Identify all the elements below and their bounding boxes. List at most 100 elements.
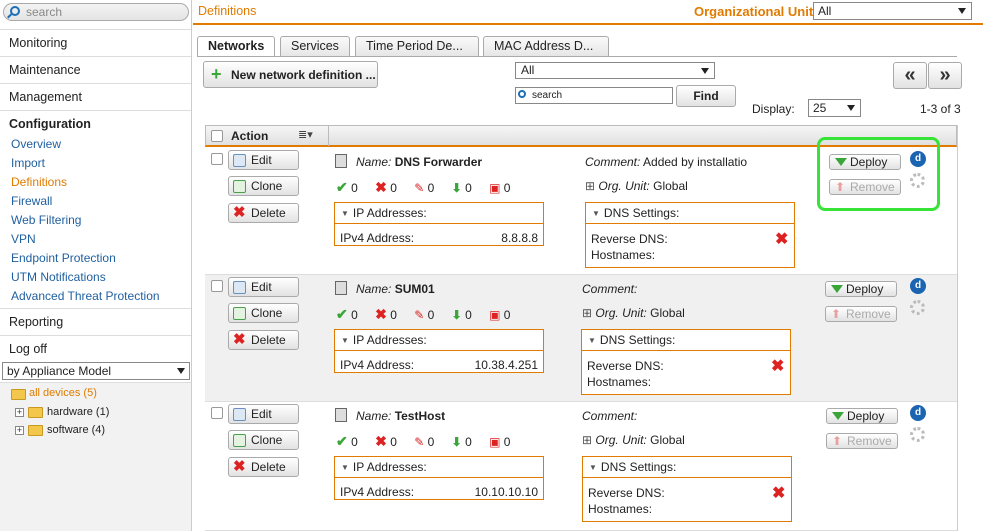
sidebar-item-utm-notifications[interactable]: UTM Notifications — [11, 268, 106, 287]
sidebar-item-overview[interactable]: Overview — [11, 135, 61, 154]
deploy-status-badge[interactable]: d — [910, 278, 926, 294]
delete-button[interactable]: ✖ Delete — [228, 457, 299, 477]
row-stats: ✔ 0 ✖ 0 ✎ 0 ⬇ 0 ▣ 0 — [336, 306, 511, 322]
gear-icon[interactable] — [910, 300, 925, 315]
table-right-border — [957, 125, 958, 531]
find-button[interactable]: Find — [676, 85, 736, 107]
check-icon: ✔ — [336, 433, 348, 449]
error-icon: ✖ — [375, 433, 387, 449]
ipv4-label: IPv4 Address: — [340, 358, 415, 372]
host-icon — [335, 408, 347, 422]
clone-icon — [233, 180, 246, 193]
remove-button[interactable]: ⬆ Remove — [826, 433, 898, 449]
delete-button[interactable]: ✖ Delete — [228, 203, 299, 223]
grouping-select[interactable]: by Appliance Model — [2, 362, 190, 380]
remove-label: Remove — [847, 434, 892, 448]
sidebar-item-web-filtering[interactable]: Web Filtering — [11, 211, 81, 230]
deploy-label: Deploy — [846, 282, 884, 296]
download-icon: ⬇ — [451, 181, 462, 195]
deploy-icon — [832, 412, 844, 420]
sidebar-item-import[interactable]: Import — [11, 154, 45, 173]
clone-label: Clone — [251, 179, 283, 193]
ipv4-value: 10.38.4.251 — [474, 358, 538, 372]
ip-addresses-header[interactable]: IP Addresses: — [335, 330, 543, 351]
clone-label: Clone — [251, 306, 283, 320]
edit-label: Edit — [251, 407, 272, 421]
new-network-definition-label: New network definition ... — [231, 68, 376, 82]
deploy-button[interactable]: Deploy — [825, 281, 897, 297]
nav-maintenance[interactable]: Maintenance — [0, 56, 191, 83]
tree-item-software[interactable]: software (4) — [47, 424, 105, 436]
sidebar-item-definitions[interactable]: Definitions — [11, 173, 67, 192]
tree-item-all-devices[interactable]: all devices (5) — [29, 387, 97, 399]
tab-time-period[interactable]: Time Period De... — [355, 36, 479, 56]
delete-icon: ✖ — [233, 458, 246, 475]
row-name: Name: DNS Forwarder — [356, 155, 483, 169]
expand-icon[interactable]: + — [15, 408, 24, 417]
gear-icon[interactable] — [910, 427, 925, 442]
device-tree: all devices (5) + hardware (1) + softwar… — [0, 382, 191, 531]
tree-icon: ⊞ — [582, 306, 593, 320]
edit-icon — [233, 154, 246, 167]
ip-addresses-header[interactable]: IP Addresses: — [335, 203, 543, 224]
nav-monitoring[interactable]: Monitoring — [0, 29, 191, 56]
error-icon: ✖ — [375, 179, 387, 195]
sidebar-item-vpn[interactable]: VPN — [11, 230, 36, 249]
sidebar-item-advanced-threat-protection[interactable]: Advanced Threat Protection — [11, 287, 160, 306]
clone-button[interactable]: Clone — [228, 303, 299, 323]
clone-icon — [233, 434, 246, 447]
sidebar-item-endpoint-protection[interactable]: Endpoint Protection — [11, 249, 116, 268]
clone-button[interactable]: Clone — [228, 176, 299, 196]
error-icon: ✖ — [375, 306, 387, 322]
nav-log-off[interactable]: Log off — [0, 335, 191, 362]
edit-button[interactable]: Edit — [228, 150, 299, 170]
nav-reporting[interactable]: Reporting — [0, 308, 191, 335]
dns-settings-header[interactable]: DNS Settings: — [583, 457, 791, 478]
tab-services[interactable]: Services — [280, 36, 350, 56]
expand-icon[interactable]: + — [15, 426, 24, 435]
remove-button[interactable]: ⬆ Remove — [825, 306, 897, 322]
clone-icon — [233, 307, 246, 320]
display-select[interactable]: 25 — [808, 99, 861, 117]
dns-settings-header[interactable]: DNS Settings: — [586, 203, 794, 224]
definitions-search-input[interactable]: search — [515, 87, 673, 104]
new-network-definition-button[interactable]: + New network definition ... — [203, 61, 378, 88]
tab-networks[interactable]: Networks — [197, 36, 276, 57]
dns-settings-header[interactable]: DNS Settings: — [582, 330, 790, 351]
row-checkbox[interactable] — [211, 280, 223, 292]
next-page-button[interactable]: » — [928, 62, 962, 89]
column-menu-icon[interactable]: ≣▾ — [298, 128, 313, 141]
edit-button[interactable]: Edit — [228, 277, 299, 297]
edit-label: Edit — [251, 280, 272, 294]
deploy-button[interactable]: Deploy — [826, 408, 898, 424]
deploy-status-badge[interactable]: d — [910, 405, 926, 421]
action-column-header: Action — [231, 129, 269, 143]
remove-icon: ⬆ — [832, 434, 843, 448]
ip-addresses-header[interactable]: IP Addresses: — [335, 457, 543, 478]
row-checkbox[interactable] — [211, 153, 223, 165]
nav-management[interactable]: Management — [0, 83, 191, 110]
edit-button[interactable]: Edit — [228, 404, 299, 424]
folder-icon — [28, 407, 43, 418]
row-name: Name: SUM01 — [356, 282, 435, 296]
plus-icon: + — [211, 64, 222, 84]
nav-configuration[interactable]: Configuration — [0, 110, 191, 137]
sidebar-search-input[interactable]: search — [3, 3, 189, 21]
tree-item-hardware[interactable]: hardware (1) — [47, 406, 109, 418]
tree-icon: ⊞ — [585, 179, 596, 193]
select-all-checkbox[interactable] — [211, 130, 223, 142]
tab-mac-address[interactable]: MAC Address D... — [483, 36, 609, 56]
prev-page-button[interactable]: « — [893, 62, 927, 89]
filter-select[interactable]: All — [515, 62, 715, 79]
delete-label: Delete — [251, 206, 286, 220]
delete-button[interactable]: ✖ Delete — [228, 330, 299, 350]
host-icon — [335, 154, 347, 168]
org-unit-select[interactable]: All — [813, 2, 972, 20]
download-icon: ⬇ — [451, 435, 462, 449]
row-stats: ✔ 0 ✖ 0 ✎ 0 ⬇ 0 ▣ 0 — [336, 179, 511, 195]
pencil-icon: ✎ — [414, 181, 425, 195]
filter-select-value: All — [521, 63, 535, 77]
clone-button[interactable]: Clone — [228, 430, 299, 450]
row-checkbox[interactable] — [211, 407, 223, 419]
sidebar-item-firewall[interactable]: Firewall — [11, 192, 52, 211]
